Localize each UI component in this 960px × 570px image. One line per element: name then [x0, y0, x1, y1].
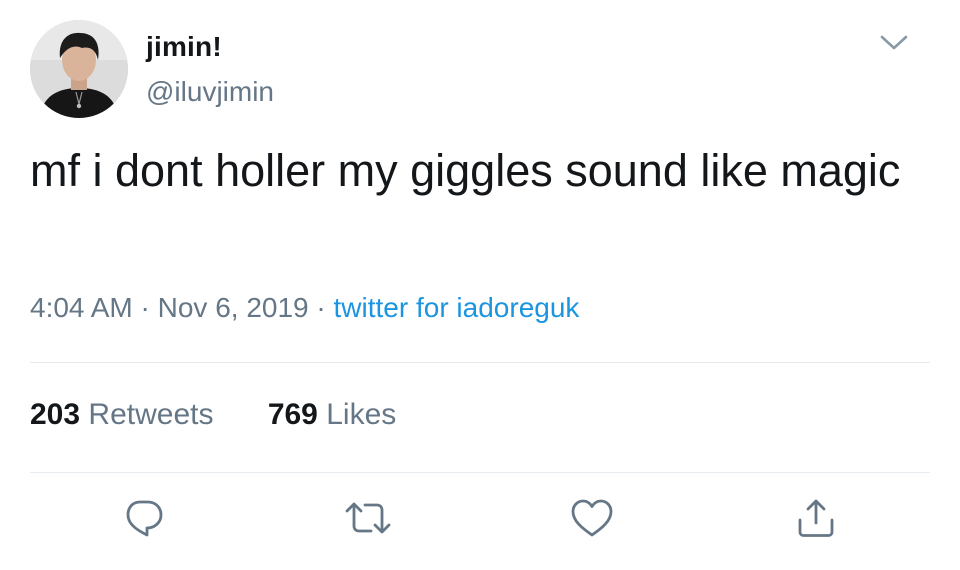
retweets-stat[interactable]: 203 Retweets — [30, 398, 213, 432]
retweet-icon — [345, 502, 391, 534]
tweet-meta: 4:04 AM · Nov 6, 2019 · twitter for iado… — [30, 292, 579, 324]
user-handle[interactable]: @iluvjimin — [146, 76, 274, 108]
tweet-time[interactable]: 4:04 AM — [30, 292, 133, 323]
tweet-source-link[interactable]: twitter for iadoreguk — [334, 292, 580, 323]
retweets-count: 203 — [30, 398, 81, 431]
retweets-label: Retweets — [88, 398, 214, 431]
chevron-down-icon[interactable] — [876, 28, 912, 58]
avatar[interactable] — [30, 20, 128, 118]
reply-icon — [126, 500, 163, 537]
likes-stat[interactable]: 769 Likes — [268, 398, 396, 432]
like-button[interactable] — [568, 494, 616, 542]
profile-photo — [30, 20, 128, 118]
share-button[interactable] — [792, 494, 840, 542]
share-icon — [798, 499, 834, 537]
display-name[interactable]: jimin! — [146, 31, 222, 63]
separator-dot: · — [316, 292, 334, 323]
divider — [30, 362, 930, 363]
separator-dot: · — [140, 292, 158, 323]
tweet-date[interactable]: Nov 6, 2019 — [158, 292, 309, 323]
retweet-button[interactable] — [344, 494, 392, 542]
heart-icon — [571, 499, 613, 537]
likes-count: 769 — [267, 398, 318, 431]
reply-button[interactable] — [120, 494, 168, 542]
likes-label: Likes — [326, 398, 397, 431]
divider — [30, 472, 930, 473]
tweet-text: mf i dont holler my giggles sound like m… — [30, 145, 901, 196]
tweet-stats: 203 Retweets 769 Likes — [30, 398, 396, 432]
